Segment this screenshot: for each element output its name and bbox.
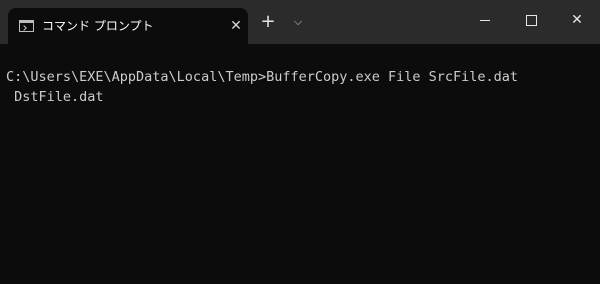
close-window-button[interactable]: ✕ <box>554 0 600 40</box>
tab-command-prompt[interactable]: コマンド プロンプト ✕ <box>8 8 248 44</box>
tab-dropdown-chevron-icon[interactable]: ⌵ <box>289 12 307 32</box>
terminal-line: DstFile.dat <box>6 89 104 105</box>
terminal-output[interactable]: C:\Users\EXE\AppData\Local\Temp>BufferCo… <box>0 44 600 284</box>
tab-close-icon[interactable]: ✕ <box>228 18 244 34</box>
title-bar: コマンド プロンプト ✕ + ⌵ ✕ <box>0 0 600 44</box>
console-icon <box>19 20 34 32</box>
maximize-icon <box>525 14 537 26</box>
new-tab-button[interactable]: + <box>258 12 278 32</box>
minimize-icon <box>480 19 490 21</box>
tab-title: コマンド プロンプト <box>42 19 154 33</box>
terminal-line: C:\Users\EXE\AppData\Local\Temp>BufferCo… <box>6 69 519 85</box>
maximize-button[interactable] <box>508 0 554 40</box>
terminal-window: コマンド プロンプト ✕ + ⌵ ✕ C:\Users\EXE\AppData\… <box>0 0 600 284</box>
minimize-button[interactable] <box>462 0 508 40</box>
